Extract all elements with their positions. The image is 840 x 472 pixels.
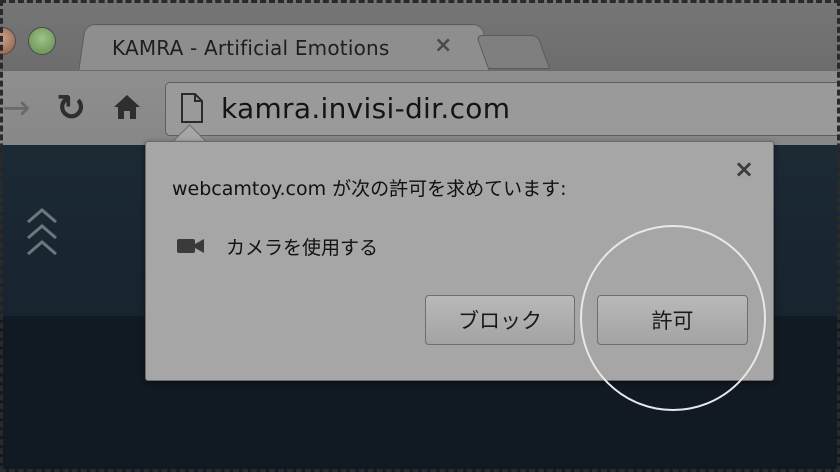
permission-message: webcamtoy.com が次の許可を求めています: [172,178,567,200]
screenshot-frame: KAMRA - Artificial Emotions × → ↻ kamra.… [0,0,840,472]
window-zoom-button[interactable] [28,27,56,55]
highlight-circle [580,225,766,411]
tab-title: KAMRA - Artificial Emotions [112,36,390,60]
permission-label: カメラを使用する [226,237,379,259]
arrow-right-icon[interactable]: → [2,88,31,128]
block-button[interactable]: ブロック [425,295,575,345]
new-tab-button[interactable] [475,35,551,69]
tab-close-icon[interactable]: × [434,33,452,58]
chevrons-up-icon[interactable] [24,206,60,266]
url-text[interactable]: kamra.invisi-dir.com [221,92,510,125]
bubble-close-icon[interactable]: × [734,155,754,183]
document-icon [180,93,204,127]
reload-icon[interactable]: ↻ [56,88,86,129]
home-icon[interactable] [112,92,142,126]
camera-icon [176,237,206,259]
